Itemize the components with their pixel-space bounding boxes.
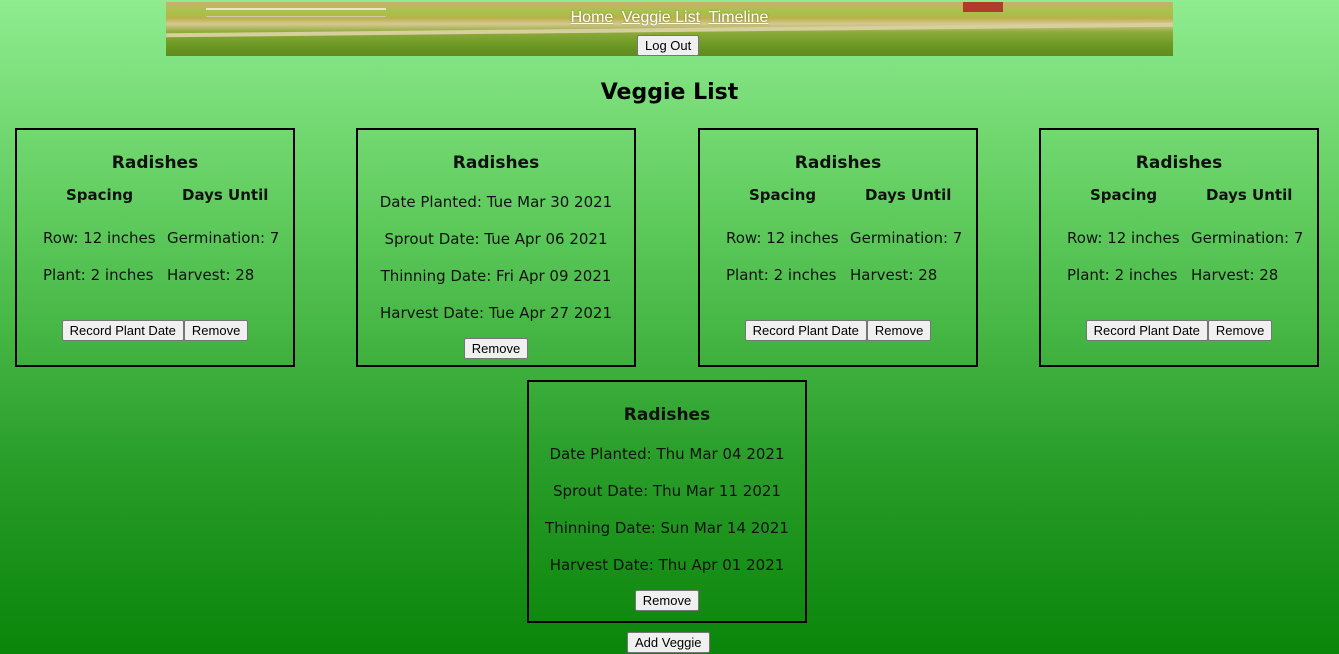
veggie-name: Radishes [794, 153, 882, 173]
page-title: Veggie List [600, 80, 739, 105]
record-plant-date-button[interactable]: Record Plant Date [1085, 320, 1208, 341]
harvest-date: Harvest Date: Thu Apr 01 2021 [549, 556, 785, 574]
remove-button[interactable]: Remove [866, 320, 932, 341]
veggie-card: Radishes Date Planted: Tue Mar 30 2021 S… [356, 128, 636, 367]
date-planted: Date Planted: Thu Mar 04 2021 [549, 445, 785, 463]
veggie-card: Radishes Spacing Days Until Row: 12 inch… [1039, 128, 1319, 367]
harvest-days: Harvest: 28 [167, 266, 255, 284]
main-nav: Home Veggie List Timeline [0, 9, 1339, 27]
days-until-header: Days Until [1206, 186, 1293, 204]
remove-button[interactable]: Remove [183, 320, 249, 341]
germination-days: Germination: 7 [1191, 229, 1304, 247]
plant-spacing: Plant: 2 inches [1067, 266, 1178, 284]
remove-button[interactable]: Remove [463, 338, 529, 359]
add-veggie-button[interactable]: Add Veggie [627, 632, 710, 653]
veggie-name: Radishes [452, 153, 540, 173]
row-spacing: Row: 12 inches [43, 229, 156, 247]
veggie-card: Radishes Date Planted: Thu Mar 04 2021 S… [527, 380, 807, 623]
veggie-name: Radishes [623, 405, 711, 425]
nav-link-timeline[interactable]: Timeline [709, 9, 769, 26]
nav-link-home[interactable]: Home [571, 9, 614, 26]
row-spacing: Row: 12 inches [1067, 229, 1180, 247]
remove-button[interactable]: Remove [1207, 320, 1273, 341]
germination-days: Germination: 7 [850, 229, 963, 247]
sprout-date: Sprout Date: Thu Mar 11 2021 [553, 482, 781, 500]
veggie-name: Radishes [1135, 153, 1223, 173]
veggie-card: Radishes Spacing Days Until Row: 12 inch… [698, 128, 978, 367]
spacing-header: Spacing [66, 186, 134, 204]
spacing-header: Spacing [1090, 186, 1158, 204]
veggie-card: Radishes Spacing Days Until Row: 12 inch… [15, 128, 295, 367]
thinning-date: Thinning Date: Fri Apr 09 2021 [380, 267, 612, 285]
spacing-header: Spacing [749, 186, 817, 204]
nav-link-veggie-list[interactable]: Veggie List [622, 9, 700, 26]
plant-spacing: Plant: 2 inches [726, 266, 837, 284]
record-plant-date-button[interactable]: Record Plant Date [744, 320, 867, 341]
veggie-name: Radishes [111, 153, 199, 173]
row-spacing: Row: 12 inches [726, 229, 839, 247]
logout-button[interactable]: Log Out [637, 35, 700, 56]
harvest-date: Harvest Date: Tue Apr 27 2021 [379, 304, 613, 322]
germination-days: Germination: 7 [167, 229, 280, 247]
remove-button[interactable]: Remove [634, 590, 700, 611]
days-until-header: Days Until [182, 186, 269, 204]
sprout-date: Sprout Date: Tue Apr 06 2021 [384, 230, 608, 248]
plant-spacing: Plant: 2 inches [43, 266, 154, 284]
days-until-header: Days Until [865, 186, 952, 204]
harvest-days: Harvest: 28 [1191, 266, 1279, 284]
record-plant-date-button[interactable]: Record Plant Date [61, 320, 184, 341]
harvest-days: Harvest: 28 [850, 266, 938, 284]
date-planted: Date Planted: Tue Mar 30 2021 [379, 193, 613, 211]
thinning-date: Thinning Date: Sun Mar 14 2021 [545, 519, 789, 537]
